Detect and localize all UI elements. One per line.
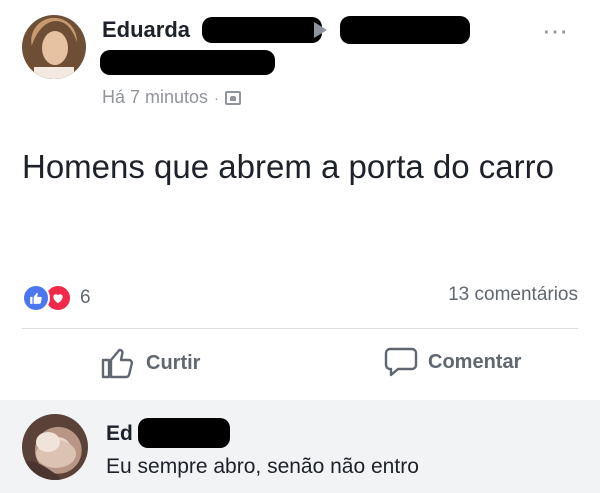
redacted-commenter-name (138, 418, 230, 448)
reactions-summary[interactable]: 6 (22, 284, 91, 312)
comment-button-label: Comentar (428, 350, 522, 373)
shared-to-arrow-icon (314, 22, 327, 38)
like-button-label: Curtir (146, 351, 201, 374)
redacted-destination (340, 16, 470, 44)
comment-bubble-icon (384, 347, 418, 377)
redacted-name (202, 17, 322, 43)
meta-separator: · (214, 89, 219, 106)
post-card: Eduarda Há 7 minutos · ⋯ Homens que abre… (0, 0, 600, 400)
divider (22, 328, 578, 329)
like-button[interactable]: Curtir (100, 346, 200, 380)
author-name[interactable]: Eduarda (102, 17, 190, 43)
group-audience-icon (224, 90, 241, 105)
thumbs-up-icon (101, 348, 134, 379)
like-icon (22, 284, 50, 312)
commenter-name[interactable]: Ed (106, 422, 133, 446)
reaction-count: 6 (80, 287, 91, 308)
commenter-avatar[interactable] (22, 414, 88, 480)
comment-button[interactable]: Comentar (384, 346, 521, 378)
comment-text: Eu sempre abro, senão não entro (106, 455, 419, 478)
author-avatar[interactable] (22, 15, 86, 79)
post-text: Homens que abrem a porta do carro (22, 148, 554, 185)
comment-preview: Ed Eu sempre abro, senão não entro (0, 400, 600, 493)
post-timestamp[interactable]: Há 7 minutos (102, 87, 208, 108)
more-options-icon[interactable]: ⋯ (542, 18, 570, 44)
comments-count[interactable]: 13 comentários (448, 284, 578, 306)
post-meta: Há 7 minutos · (102, 87, 241, 108)
redacted-destination-line-2 (100, 50, 275, 75)
